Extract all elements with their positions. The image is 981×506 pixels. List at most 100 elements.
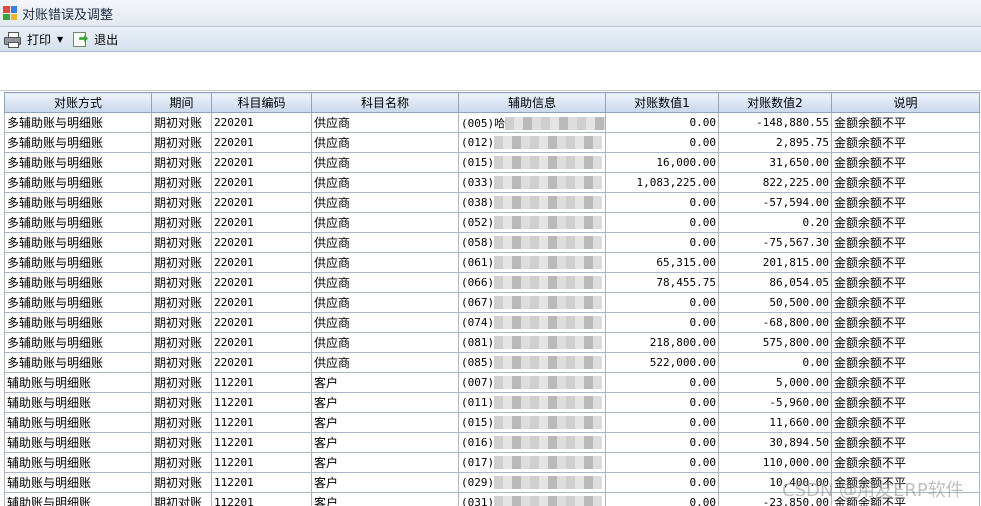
cell-value-2: 575,800.00: [718, 332, 832, 353]
column-header[interactable]: 对账数值1: [605, 92, 719, 113]
cell-account-name: 客户: [311, 472, 459, 493]
table-row[interactable]: 多辅助账与明细账 期初对账 220201 供应商 (074) 0.00 -68,800.00…: [4, 312, 980, 333]
cell-aux-info: (085): [458, 352, 606, 373]
cell-aux-info: (067): [458, 292, 606, 313]
cell-period: 期初对账: [151, 192, 212, 213]
redacted-text: [494, 176, 603, 190]
cell-period: 期初对账: [151, 292, 212, 313]
cell-period: 期初对账: [151, 132, 212, 153]
cell-account-name: 供应商: [311, 352, 459, 373]
cell-note: 金额余额不平: [831, 232, 980, 253]
cell-method: 辅助账与明细账: [4, 432, 152, 453]
cell-value-2: -23,850.00: [718, 492, 832, 506]
redacted-text: [494, 496, 603, 506]
aux-code: (012): [461, 135, 495, 149]
exit-button[interactable]: 退出: [73, 28, 118, 50]
table-row[interactable]: 多辅助账与明细账 期初对账 220201 供应商 (052) 0.00 0.20 金额余额不平: [4, 212, 980, 233]
column-header[interactable]: 说明: [831, 92, 980, 113]
table-row[interactable]: 多辅助账与明细账 期初对账 220201 供应商 (081) 218,800.00 575,…: [4, 332, 980, 353]
cell-aux-info: (016): [458, 432, 606, 453]
cell-note: 金额余额不平: [831, 332, 980, 353]
table-row[interactable]: 辅助账与明细账 期初对账 112201 客户 (016) 0.00 30,894.50 金额余…: [4, 432, 980, 453]
exit-icon: [73, 31, 89, 47]
cell-value-2: 0.00: [718, 352, 832, 373]
cell-note: 金额余额不平: [831, 312, 980, 333]
table-row[interactable]: 多辅助账与明细账 期初对账 220201 供应商 (015) 16,000.00 31,65…: [4, 152, 980, 173]
redacted-text: [494, 216, 603, 230]
cell-account-name: 客户: [311, 452, 459, 473]
table-row[interactable]: 多辅助账与明细账 期初对账 220201 供应商 (058) 0.00 -75,567.30…: [4, 232, 980, 253]
aux-code: (029): [461, 475, 495, 489]
column-header[interactable]: 辅助信息: [458, 92, 606, 113]
column-header[interactable]: 科目编码: [211, 92, 312, 113]
table-row[interactable]: 多辅助账与明细账 期初对账 220201 供应商 (066) 78,455.75 86,05…: [4, 272, 980, 293]
table-row[interactable]: 辅助账与明细账 期初对账 112201 客户 (007) 0.00 5,000.00 金额余额…: [4, 372, 980, 393]
cell-note: 金额余额不平: [831, 112, 980, 133]
cell-account-code: 112201: [211, 392, 312, 413]
cell-account-code: 220201: [211, 252, 312, 273]
cell-account-code: 220201: [211, 352, 312, 373]
cell-method: 多辅助账与明细账: [4, 212, 152, 233]
chevron-down-icon[interactable]: ▼: [57, 35, 63, 44]
cell-account-name: 供应商: [311, 212, 459, 233]
redacted-text: [494, 236, 603, 250]
cell-value-1: 0.00: [605, 412, 719, 433]
cell-period: 期初对账: [151, 112, 212, 133]
cell-note: 金额余额不平: [831, 272, 980, 293]
table-row[interactable]: 多辅助账与明细账 期初对账 220201 供应商 (012) 0.00 2,895.75 金额…: [4, 132, 980, 153]
cell-aux-info: (015): [458, 152, 606, 173]
table-row[interactable]: 辅助账与明细账 期初对账 112201 客户 (017) 0.00 110,000.00 金额…: [4, 452, 980, 473]
table-row[interactable]: 多辅助账与明细账 期初对账 220201 供应商 (038) 0.00 -57,594.00…: [4, 192, 980, 213]
cell-value-1: 0.00: [605, 452, 719, 473]
cell-account-code: 112201: [211, 372, 312, 393]
toolbar: 打印 ▼ 退出: [0, 27, 981, 52]
cell-value-2: 50,500.00: [718, 292, 832, 313]
table-row[interactable]: 多辅助账与明细账 期初对账 220201 供应商 (085) 522,000.00 0.00…: [4, 352, 980, 373]
aux-code: (007): [461, 375, 495, 389]
aux-code: (085): [461, 355, 495, 369]
redacted-text: [494, 356, 603, 370]
cell-aux-info: (005)哈: [458, 112, 606, 133]
cell-account-name: 客户: [311, 432, 459, 453]
column-header[interactable]: 期间: [151, 92, 212, 113]
cell-period: 期初对账: [151, 172, 212, 193]
table-row[interactable]: 辅助账与明细账 期初对账 112201 客户 (015) 0.00 11,660.00 金额余…: [4, 412, 980, 433]
table-row[interactable]: 多辅助账与明细账 期初对账 220201 供应商 (033) 1,083,225.00 82…: [4, 172, 980, 193]
column-header[interactable]: 科目名称: [311, 92, 459, 113]
cell-value-2: -148,880.55: [718, 112, 832, 133]
table-row[interactable]: 多辅助账与明细账 期初对账 220201 供应商 (061) 65,315.00 201,8…: [4, 252, 980, 273]
cell-account-code: 220201: [211, 212, 312, 233]
cell-method: 多辅助账与明细账: [4, 272, 152, 293]
cell-account-code: 112201: [211, 412, 312, 433]
column-header[interactable]: 对账数值2: [718, 92, 832, 113]
cell-value-1: 0.00: [605, 492, 719, 506]
print-button[interactable]: 打印 ▼: [4, 28, 63, 50]
cell-method: 多辅助账与明细账: [4, 332, 152, 353]
redacted-text: [494, 396, 603, 410]
cell-method: 多辅助账与明细账: [4, 312, 152, 333]
aux-code: (017): [461, 455, 495, 469]
table-row[interactable]: 辅助账与明细账 期初对账 112201 客户 (031) 0.00 -23,850.00 金额…: [4, 492, 980, 506]
cell-aux-info: (029): [458, 472, 606, 493]
cell-note: 金额余额不平: [831, 492, 980, 506]
cell-value-2: -57,594.00: [718, 192, 832, 213]
cell-value-1: 0.00: [605, 132, 719, 153]
column-header[interactable]: 对账方式: [4, 92, 152, 113]
reconciliation-grid[interactable]: 对账方式 期间 科目编码 科目名称 辅助信息 对账数值1 对账数值2 说明 多辅…: [4, 92, 981, 506]
table-row[interactable]: 多辅助账与明细账 期初对账 220201 供应商 (067) 0.00 50,500.00 金…: [4, 292, 980, 313]
aux-code: (016): [461, 435, 495, 449]
cell-note: 金额余额不平: [831, 392, 980, 413]
cell-account-code: 220201: [211, 152, 312, 173]
cell-value-2: -68,800.00: [718, 312, 832, 333]
cell-account-name: 供应商: [311, 192, 459, 213]
cell-method: 辅助账与明细账: [4, 392, 152, 413]
cell-account-name: 供应商: [311, 132, 459, 153]
cell-note: 金额余额不平: [831, 192, 980, 213]
table-row[interactable]: 辅助账与明细账 期初对账 112201 客户 (011) 0.00 -5,960.00 金额余…: [4, 392, 980, 413]
table-row[interactable]: 多辅助账与明细账 期初对账 220201 供应商 (005)哈 0.00 -148,880.…: [4, 112, 980, 133]
cell-period: 期初对账: [151, 472, 212, 493]
cell-account-name: 客户: [311, 492, 459, 506]
cell-method: 多辅助账与明细账: [4, 352, 152, 373]
redacted-text: [505, 117, 605, 130]
table-row[interactable]: 辅助账与明细账 期初对账 112201 客户 (029) 0.00 10,400.00 金额余…: [4, 472, 980, 493]
